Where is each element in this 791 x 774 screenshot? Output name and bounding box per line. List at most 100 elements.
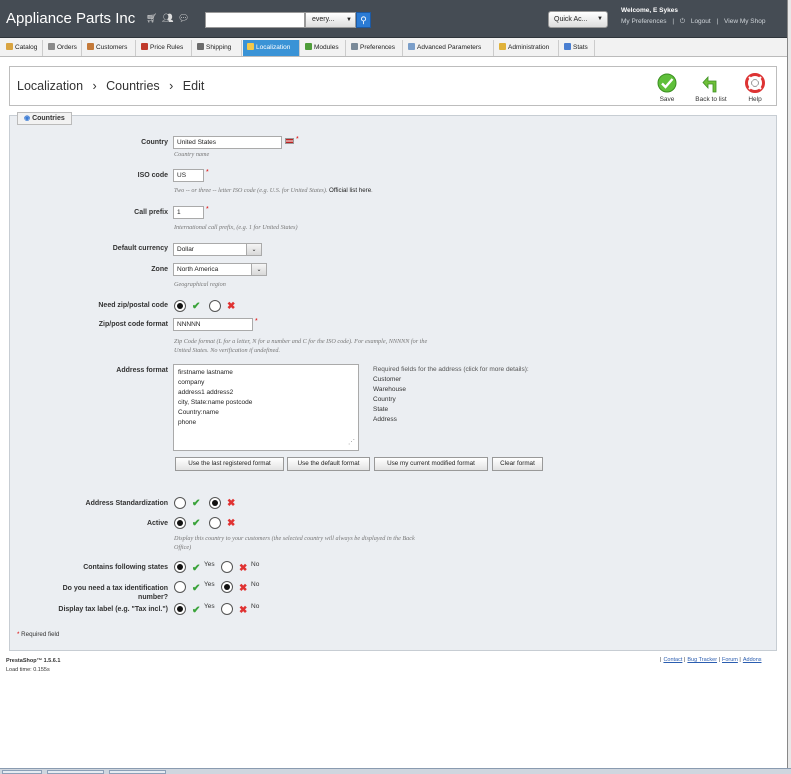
active-yes-radio[interactable] <box>174 517 186 529</box>
separator: | <box>683 657 686 663</box>
required-note-text: Required field <box>21 631 60 638</box>
save-label: Save <box>659 96 675 103</box>
iso-official-list-link[interactable]: Official list here <box>329 187 371 194</box>
tax-identification-label: Do you need a tax identification number? <box>3 584 168 602</box>
required-field-item[interactable]: Country <box>373 395 529 405</box>
search-button[interactable]: ⚲ <box>356 12 371 28</box>
tab-stats[interactable]: Stats <box>560 40 595 56</box>
required-fields-title[interactable]: Required fields for the address (click f… <box>373 365 529 375</box>
clear-format-button[interactable]: Clear format <box>492 457 543 471</box>
advanced-parameters-icon <box>408 43 415 50</box>
standardization-yes-radio[interactable] <box>174 497 186 509</box>
separator: | <box>716 18 719 25</box>
zip-format-label: Zip/post code format <box>98 321 168 328</box>
shop-name[interactable]: Appliance Parts Inc <box>6 10 135 27</box>
iso-code-hint: Two -- or three -- letter ISO code (e.g.… <box>174 187 373 194</box>
address-format-textarea[interactable]: firstname lastname company address1 addr… <box>173 364 359 451</box>
customers-icon[interactable]: 👥︎ <box>162 14 173 23</box>
tab-customers[interactable]: Customers <box>83 40 136 56</box>
tab-label: Localization <box>256 44 291 51</box>
required-field-item[interactable]: State <box>373 405 529 415</box>
required-field-item[interactable]: Warehouse <box>373 385 529 395</box>
taskbar-button[interactable] <box>109 770 166 774</box>
country-name-input[interactable]: United States <box>173 136 282 149</box>
taskbar-button[interactable] <box>47 770 104 774</box>
required-mark: * <box>206 169 209 176</box>
active-no-radio[interactable] <box>209 517 221 529</box>
country-hint: Country name <box>174 151 210 158</box>
required-field-item[interactable]: Address <box>373 415 529 425</box>
tax-id-yes-radio[interactable] <box>174 581 186 593</box>
us-flag-icon[interactable] <box>285 138 294 144</box>
use-current-format-button[interactable]: Use my current modified format <box>374 457 488 471</box>
resize-handle-icon[interactable]: ⋰ <box>348 438 355 448</box>
main-menu: Catalog Orders Customers Price Rules Shi… <box>0 38 787 57</box>
tab-shipping[interactable]: Shipping <box>193 40 242 56</box>
breadcrumb-item[interactable]: Localization <box>17 79 83 93</box>
tab-localization[interactable]: Localization <box>243 40 300 56</box>
tab-advanced-parameters[interactable]: Advanced Parameters <box>404 40 494 56</box>
chevron-down-icon: ▼ <box>597 16 603 22</box>
taskbar-button[interactable] <box>2 770 42 774</box>
need-zip-yes-radio[interactable] <box>174 300 186 312</box>
logout-link[interactable]: Logout <box>691 18 711 25</box>
zone-select[interactable]: North America ⌄ <box>173 263 267 276</box>
tab-modules[interactable]: Modules <box>301 40 346 56</box>
check-icon: ✔ <box>192 518 201 529</box>
contains-states-no-radio[interactable] <box>221 561 233 573</box>
addons-link[interactable]: Addons <box>743 657 762 663</box>
search-input[interactable] <box>205 12 305 28</box>
call-prefix-label: Call prefix <box>134 209 168 216</box>
tab-catalog[interactable]: Catalog <box>2 40 43 56</box>
back-to-list-button[interactable]: Back to list <box>691 73 731 103</box>
tab-label: Stats <box>573 44 588 51</box>
contains-states-yes-radio[interactable] <box>174 561 186 573</box>
tax-label-yes-radio[interactable] <box>174 603 186 615</box>
orders-icon <box>48 43 55 50</box>
check-icon: ✔ <box>192 605 201 616</box>
help-label: Help <box>748 96 762 103</box>
iso-code-input[interactable]: US <box>173 169 204 182</box>
use-last-format-button[interactable]: Use the last registered format <box>175 457 284 471</box>
address-format-line: address1 address2 <box>178 389 234 396</box>
default-currency-select[interactable]: Dollar ⌄ <box>173 243 262 256</box>
zip-hint-line: Zip Code format (L for a letter, N for a… <box>174 338 428 345</box>
need-zip-no-radio[interactable] <box>209 300 221 312</box>
breadcrumb-item[interactable]: Countries <box>106 79 160 93</box>
quick-access-select[interactable]: Quick Ac... ▼ <box>548 11 608 28</box>
window-scrollbar[interactable] <box>787 0 791 774</box>
legend-label: Countries <box>32 115 65 122</box>
tax-label-no-radio[interactable] <box>221 603 233 615</box>
help-button[interactable]: Help <box>735 73 775 103</box>
breadcrumb-item: Edit <box>182 79 205 93</box>
bug-tracker-link[interactable]: Bug Tracker <box>687 657 717 663</box>
required-field-item[interactable]: Customer <box>373 375 529 385</box>
standardization-no-radio[interactable] <box>209 497 221 509</box>
tab-preferences[interactable]: Preferences <box>347 40 403 56</box>
shipping-icon <box>197 43 204 50</box>
save-button[interactable]: Save <box>647 73 687 103</box>
search-scope-select[interactable]: every... ▼ <box>305 12 356 28</box>
page-toolbar: Localization › Countries › Edit Save Bac… <box>9 66 777 106</box>
messages-icon[interactable]: 💬︎ <box>178 14 189 23</box>
zip-format-input[interactable]: NNNNN <box>173 318 253 331</box>
tab-price-rules[interactable]: Price Rules <box>137 40 192 56</box>
contact-link[interactable]: Contact <box>663 657 682 663</box>
tax-id-no-radio[interactable] <box>221 581 233 593</box>
tab-orders[interactable]: Orders <box>44 40 82 56</box>
my-preferences-link[interactable]: My Preferences <box>621 18 667 25</box>
check-icon: ✔ <box>192 301 201 312</box>
tab-administration[interactable]: Administration <box>495 40 559 56</box>
use-default-format-button[interactable]: Use the default format <box>287 457 370 471</box>
address-standardization-label: Address Standardization <box>85 500 168 507</box>
forum-link[interactable]: Forum <box>722 657 738 663</box>
welcome-text: Welcome, E Sykes <box>621 7 678 14</box>
view-shop-link[interactable]: View My Shop <box>724 18 765 25</box>
header-links: My Preferences | ⏻ Logout | View My Shop <box>621 18 769 26</box>
back-arrow-icon <box>702 75 717 93</box>
zone-value: North America <box>177 266 219 273</box>
yes-label: Yes <box>204 561 215 568</box>
cart-icon[interactable]: 🛒︎ <box>146 14 157 23</box>
modules-icon <box>305 43 312 50</box>
call-prefix-input[interactable]: 1 <box>173 206 204 219</box>
